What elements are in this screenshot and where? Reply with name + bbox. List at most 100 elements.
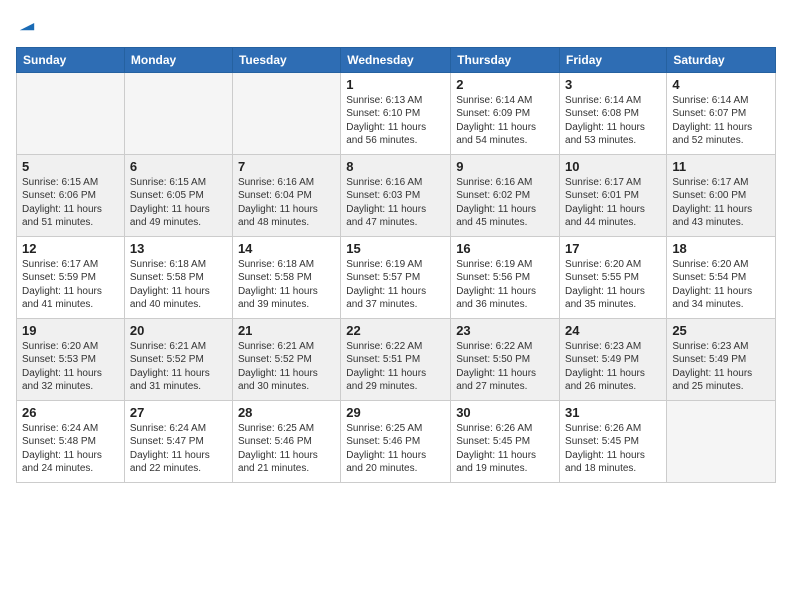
day-info: Sunrise: 6:26 AM Sunset: 5:45 PM Dayligh… (456, 422, 554, 476)
day-number: 28 (238, 405, 335, 420)
calendar-cell: 7 Sunrise: 6:16 AM Sunset: 6:04 PM Daylig… (232, 154, 340, 236)
day-info: Sunrise: 6:19 AM Sunset: 5:56 PM Dayligh… (456, 258, 554, 312)
day-number: 24 (565, 323, 661, 338)
calendar-cell: 16 Sunrise: 6:19 AM Sunset: 5:56 PM Dayli… (451, 236, 560, 318)
day-info: Sunrise: 6:24 AM Sunset: 5:47 PM Dayligh… (130, 422, 227, 476)
day-number: 30 (456, 405, 554, 420)
calendar-cell: 13 Sunrise: 6:18 AM Sunset: 5:58 PM Dayli… (124, 236, 232, 318)
calendar-week-row: 19Sunrise: 6:20 AM Sunset: 5:53 PM Dayli… (17, 318, 776, 400)
day-number: 20 (130, 323, 227, 338)
weekday-header-tuesday: Tuesday (232, 47, 340, 72)
day-number: 26 (22, 405, 119, 420)
calendar-cell: 23 Sunrise: 6:22 AM Sunset: 5:50 PM Dayli… (451, 318, 560, 400)
day-number: 5 (22, 159, 119, 174)
calendar-cell: 22 Sunrise: 6:22 AM Sunset: 5:51 PM Dayli… (341, 318, 451, 400)
day-info: Sunrise: 6:14 AM Sunset: 6:09 PM Dayligh… (456, 94, 554, 148)
day-number: 3 (565, 77, 661, 92)
day-info: Sunrise: 6:16 AM Sunset: 6:03 PM Dayligh… (346, 176, 445, 230)
day-info: Sunrise: 6:18 AM Sunset: 5:58 PM Dayligh… (238, 258, 335, 312)
day-info: Sunrise: 6:16 AM Sunset: 6:02 PM Dayligh… (456, 176, 554, 230)
calendar-week-row: 5 Sunrise: 6:15 AM Sunset: 6:06 PM Daylig… (17, 154, 776, 236)
day-number: 1 (346, 77, 445, 92)
calendar-cell (232, 72, 340, 154)
day-info: Sunrise: 6:14 AM Sunset: 6:07 PM Dayligh… (672, 94, 770, 148)
day-number: 21 (238, 323, 335, 338)
page-header (16, 16, 776, 37)
calendar-cell: 24 Sunrise: 6:23 AM Sunset: 5:49 PM Dayli… (560, 318, 667, 400)
calendar-cell: 26 Sunrise: 6:24 AM Sunset: 5:48 PM Dayli… (17, 400, 125, 482)
day-number: 18 (672, 241, 770, 256)
calendar-cell: 20Sunrise: 6:21 AM Sunset: 5:52 PM Dayli… (124, 318, 232, 400)
day-info: Sunrise: 6:16 AM Sunset: 6:04 PM Dayligh… (238, 176, 335, 230)
day-number: 2 (456, 77, 554, 92)
day-number: 6 (130, 159, 227, 174)
calendar-cell: 29Sunrise: 6:25 AM Sunset: 5:46 PM Dayli… (341, 400, 451, 482)
calendar-cell: 8 Sunrise: 6:16 AM Sunset: 6:03 PM Daylig… (341, 154, 451, 236)
calendar-cell: 25 Sunrise: 6:23 AM Sunset: 5:49 PM Dayli… (667, 318, 776, 400)
day-info: Sunrise: 6:18 AM Sunset: 5:58 PM Dayligh… (130, 258, 227, 312)
calendar-cell: 31Sunrise: 6:26 AM Sunset: 5:45 PM Dayli… (560, 400, 667, 482)
calendar-table: SundayMondayTuesdayWednesdayThursdayFrid… (16, 47, 776, 483)
day-info: Sunrise: 6:20 AM Sunset: 5:54 PM Dayligh… (672, 258, 770, 312)
weekday-header-wednesday: Wednesday (341, 47, 451, 72)
day-info: Sunrise: 6:15 AM Sunset: 6:06 PM Dayligh… (22, 176, 119, 230)
day-info: Sunrise: 6:19 AM Sunset: 5:57 PM Dayligh… (346, 258, 445, 312)
page-container: SundayMondayTuesdayWednesdayThursdayFrid… (0, 0, 792, 612)
day-number: 11 (672, 159, 770, 174)
day-number: 7 (238, 159, 335, 174)
weekday-header-thursday: Thursday (451, 47, 560, 72)
day-info: Sunrise: 6:24 AM Sunset: 5:48 PM Dayligh… (22, 422, 119, 476)
day-info: Sunrise: 6:13 AM Sunset: 6:10 PM Dayligh… (346, 94, 445, 148)
calendar-week-row: 1 Sunrise: 6:13 AM Sunset: 6:10 PM Daylig… (17, 72, 776, 154)
calendar-cell: 11 Sunrise: 6:17 AM Sunset: 6:00 PM Dayli… (667, 154, 776, 236)
day-number: 12 (22, 241, 119, 256)
logo-icon (18, 14, 36, 32)
day-number: 25 (672, 323, 770, 338)
day-info: Sunrise: 6:14 AM Sunset: 6:08 PM Dayligh… (565, 94, 661, 148)
day-number: 4 (672, 77, 770, 92)
calendar-cell: 1 Sunrise: 6:13 AM Sunset: 6:10 PM Daylig… (341, 72, 451, 154)
day-number: 14 (238, 241, 335, 256)
day-info: Sunrise: 6:20 AM Sunset: 5:55 PM Dayligh… (565, 258, 661, 312)
calendar-cell: 3 Sunrise: 6:14 AM Sunset: 6:08 PM Daylig… (560, 72, 667, 154)
day-number: 15 (346, 241, 445, 256)
calendar-cell: 17 Sunrise: 6:20 AM Sunset: 5:55 PM Dayli… (560, 236, 667, 318)
day-number: 22 (346, 323, 445, 338)
calendar-cell: 6Sunrise: 6:15 AM Sunset: 6:05 PM Daylig… (124, 154, 232, 236)
weekday-header-row: SundayMondayTuesdayWednesdayThursdayFrid… (17, 47, 776, 72)
day-number: 23 (456, 323, 554, 338)
day-info: Sunrise: 6:23 AM Sunset: 5:49 PM Dayligh… (672, 340, 770, 394)
day-info: Sunrise: 6:22 AM Sunset: 5:50 PM Dayligh… (456, 340, 554, 394)
day-info: Sunrise: 6:23 AM Sunset: 5:49 PM Dayligh… (565, 340, 661, 394)
weekday-header-saturday: Saturday (667, 47, 776, 72)
day-info: Sunrise: 6:26 AM Sunset: 5:45 PM Dayligh… (565, 422, 661, 476)
day-number: 13 (130, 241, 227, 256)
calendar-cell (17, 72, 125, 154)
calendar-cell (667, 400, 776, 482)
weekday-header-monday: Monday (124, 47, 232, 72)
day-info: Sunrise: 6:22 AM Sunset: 5:51 PM Dayligh… (346, 340, 445, 394)
day-number: 19 (22, 323, 119, 338)
day-info: Sunrise: 6:21 AM Sunset: 5:52 PM Dayligh… (238, 340, 335, 394)
day-number: 8 (346, 159, 445, 174)
calendar-cell (124, 72, 232, 154)
calendar-cell: 5 Sunrise: 6:15 AM Sunset: 6:06 PM Daylig… (17, 154, 125, 236)
calendar-cell: 9 Sunrise: 6:16 AM Sunset: 6:02 PM Daylig… (451, 154, 560, 236)
calendar-cell: 30 Sunrise: 6:26 AM Sunset: 5:45 PM Dayli… (451, 400, 560, 482)
day-number: 17 (565, 241, 661, 256)
calendar-cell: 14 Sunrise: 6:18 AM Sunset: 5:58 PM Dayli… (232, 236, 340, 318)
day-info: Sunrise: 6:25 AM Sunset: 5:46 PM Dayligh… (346, 422, 445, 476)
day-number: 16 (456, 241, 554, 256)
calendar-cell: 4 Sunrise: 6:14 AM Sunset: 6:07 PM Daylig… (667, 72, 776, 154)
day-number: 10 (565, 159, 661, 174)
calendar-cell: 21 Sunrise: 6:21 AM Sunset: 5:52 PM Dayli… (232, 318, 340, 400)
calendar-cell: 27Sunrise: 6:24 AM Sunset: 5:47 PM Dayli… (124, 400, 232, 482)
day-info: Sunrise: 6:25 AM Sunset: 5:46 PM Dayligh… (238, 422, 335, 476)
day-number: 9 (456, 159, 554, 174)
calendar-cell: 10 Sunrise: 6:17 AM Sunset: 6:01 PM Dayli… (560, 154, 667, 236)
calendar-week-row: 12Sunrise: 6:17 AM Sunset: 5:59 PM Dayli… (17, 236, 776, 318)
day-info: Sunrise: 6:17 AM Sunset: 6:01 PM Dayligh… (565, 176, 661, 230)
day-info: Sunrise: 6:17 AM Sunset: 6:00 PM Dayligh… (672, 176, 770, 230)
weekday-header-friday: Friday (560, 47, 667, 72)
calendar-cell: 12Sunrise: 6:17 AM Sunset: 5:59 PM Dayli… (17, 236, 125, 318)
